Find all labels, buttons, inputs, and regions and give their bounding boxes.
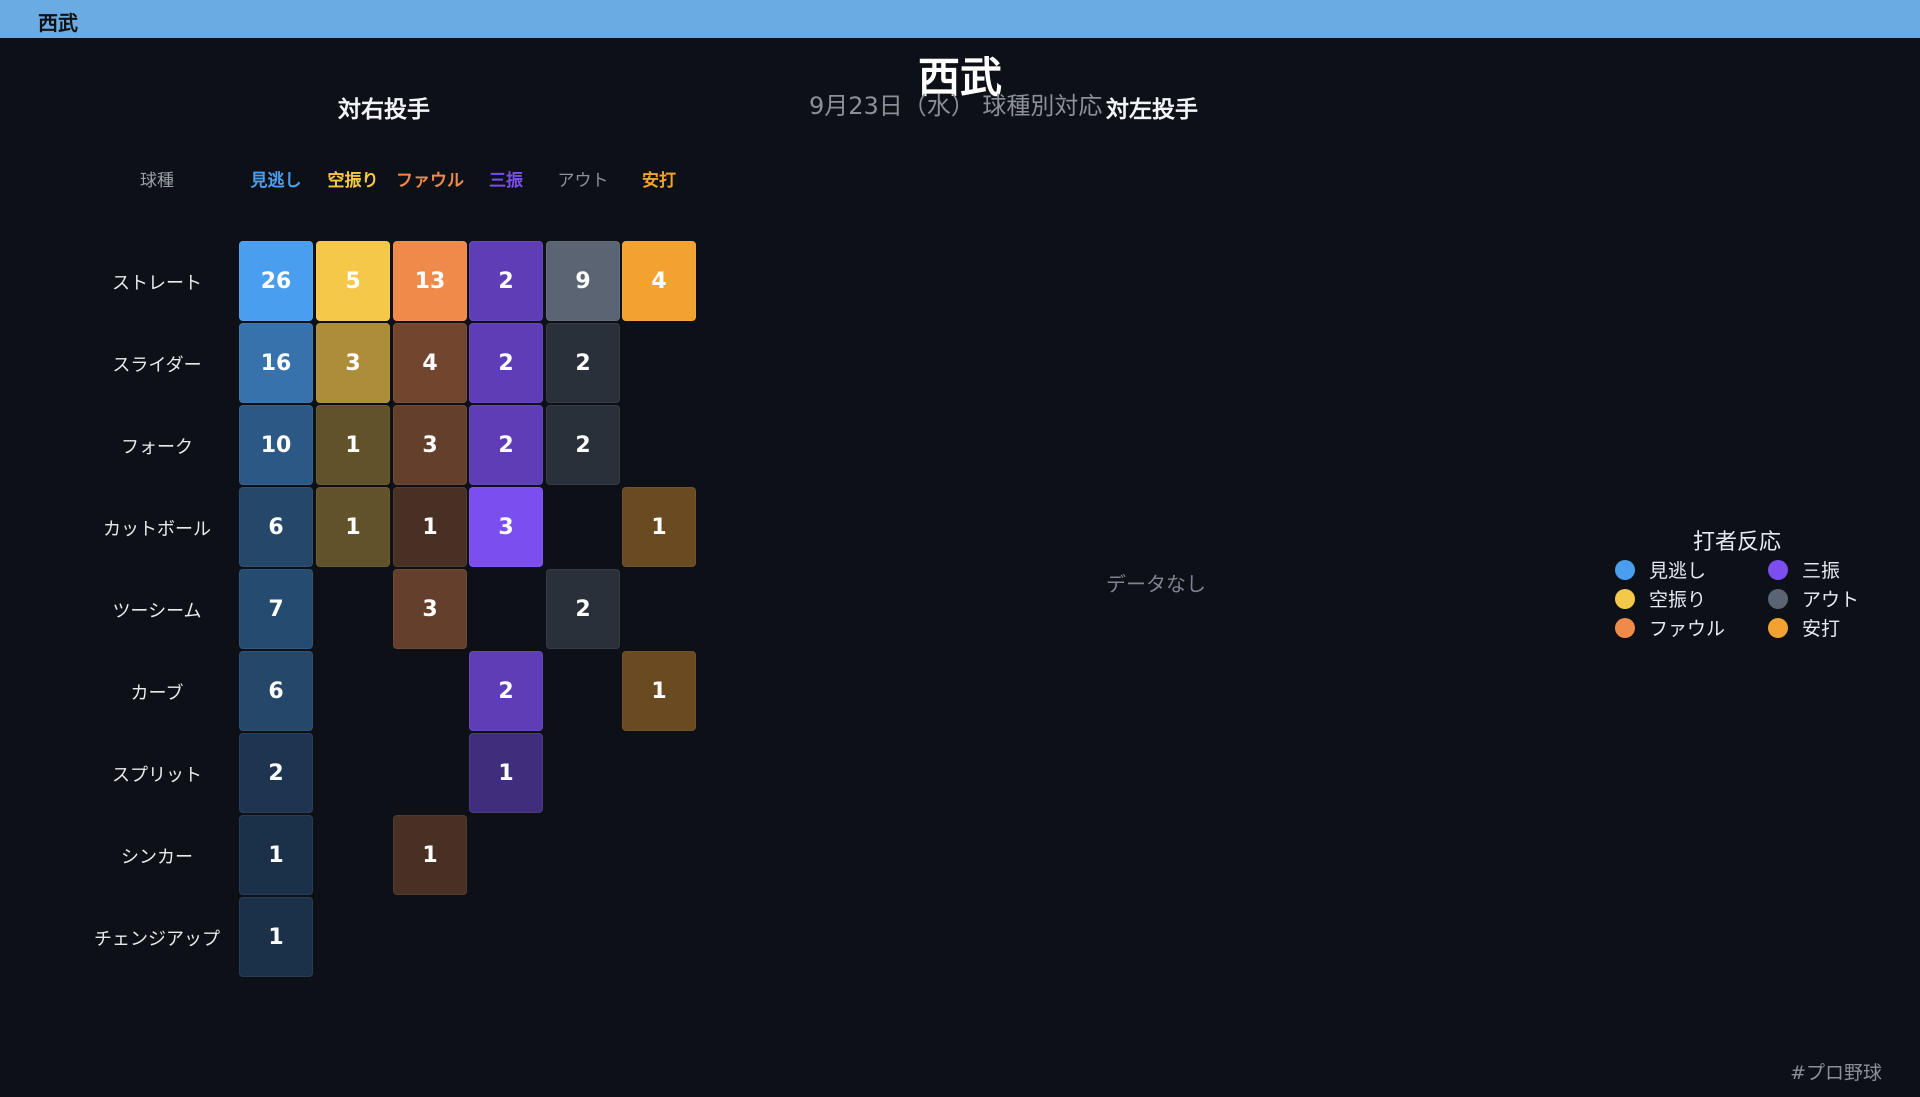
legend-item: 空振り xyxy=(1615,585,1706,612)
row-label: スプリット xyxy=(112,765,202,786)
heatmap-cell: 2 xyxy=(469,651,543,731)
heatmap-cell: 6 xyxy=(239,487,313,567)
heatmap-cell: 1 xyxy=(316,405,390,485)
column-header: ファウル xyxy=(396,171,464,191)
heatmap-cell: 1 xyxy=(316,487,390,567)
legend-label: 見逃し xyxy=(1649,560,1707,582)
left-pitcher-panel-title: 対左投手 xyxy=(1106,97,1198,123)
heatmap-cell: 5 xyxy=(316,241,390,321)
top-bar: 西武 xyxy=(0,0,1920,38)
heatmap-cell: 2 xyxy=(239,733,313,813)
heatmap-cell: 1 xyxy=(622,487,696,567)
page-subtitle: 9月23日（水） 球種別対応 xyxy=(809,92,1103,120)
right-pitcher-panel-title: 対右投手 xyxy=(338,97,430,123)
column-header: アウト xyxy=(557,171,609,191)
heatmap-cell: 2 xyxy=(469,323,543,403)
heatmap-cell: 4 xyxy=(622,241,696,321)
column-header: 空振り xyxy=(327,171,379,191)
app-title: 西武 xyxy=(38,11,78,35)
column-header: 安打 xyxy=(642,171,676,191)
legend-dot-icon xyxy=(1768,617,1788,638)
legend-dot-icon xyxy=(1768,559,1788,580)
row-label: フォーク xyxy=(121,437,193,458)
row-header-label: 球種 xyxy=(140,171,174,191)
row-label: カットボール xyxy=(103,519,211,540)
heatmap-cell: 4 xyxy=(393,323,467,403)
legend-item: ファウル xyxy=(1615,614,1725,641)
heatmap-cell: 3 xyxy=(469,487,543,567)
legend-dot-icon xyxy=(1615,559,1635,580)
legend-label: 空振り xyxy=(1649,589,1707,611)
heatmap-cell: 1 xyxy=(393,815,467,895)
column-header: 見逃し xyxy=(250,171,302,191)
heatmap-cell: 26 xyxy=(239,241,313,321)
legend-label: 安打 xyxy=(1802,618,1841,640)
heatmap-cell: 3 xyxy=(316,323,390,403)
heatmap-cell: 3 xyxy=(393,405,467,485)
row-label: チェンジアップ xyxy=(94,929,220,950)
heatmap-cell: 1 xyxy=(239,815,313,895)
legend-label: アウト xyxy=(1802,589,1860,611)
legend-label: ファウル xyxy=(1649,618,1726,640)
heatmap-cell: 9 xyxy=(546,241,620,321)
heatmap-cell: 1 xyxy=(393,487,467,567)
legend-dot-icon xyxy=(1615,617,1635,638)
row-label: スライダー xyxy=(112,355,202,376)
no-data-message: データなし xyxy=(1106,572,1206,596)
legend-dot-icon xyxy=(1615,588,1635,609)
hashtag: #プロ野球 xyxy=(1790,1062,1882,1084)
heatmap-cell: 1 xyxy=(239,897,313,977)
heatmap-cell: 13 xyxy=(393,241,467,321)
heatmap-cell: 2 xyxy=(546,569,620,649)
row-label: シンカー xyxy=(121,847,193,868)
legend-title: 打者反応 xyxy=(1693,530,1782,555)
heatmap-cell: 2 xyxy=(469,241,543,321)
heatmap-cell: 3 xyxy=(393,569,467,649)
legend-label: 三振 xyxy=(1802,560,1841,582)
heatmap-cell: 6 xyxy=(239,651,313,731)
row-label: ストレート xyxy=(112,273,202,294)
legend-dot-icon xyxy=(1768,588,1788,609)
heatmap-cell: 16 xyxy=(239,323,313,403)
row-label: ツーシーム xyxy=(112,601,202,622)
legend-item: 三振 xyxy=(1768,556,1840,583)
heatmap-cell: 2 xyxy=(546,405,620,485)
heatmap-cell: 10 xyxy=(239,405,313,485)
heatmap-cell: 7 xyxy=(239,569,313,649)
heatmap-cell: 1 xyxy=(469,733,543,813)
legend-item: アウト xyxy=(1768,585,1859,612)
legend-item: 安打 xyxy=(1768,614,1840,641)
heatmap-cell: 2 xyxy=(469,405,543,485)
legend-item: 見逃し xyxy=(1615,556,1706,583)
heatmap-cell: 1 xyxy=(622,651,696,731)
column-header: 三振 xyxy=(489,171,523,191)
row-label: カーブ xyxy=(130,683,184,704)
heatmap-cell: 2 xyxy=(546,323,620,403)
